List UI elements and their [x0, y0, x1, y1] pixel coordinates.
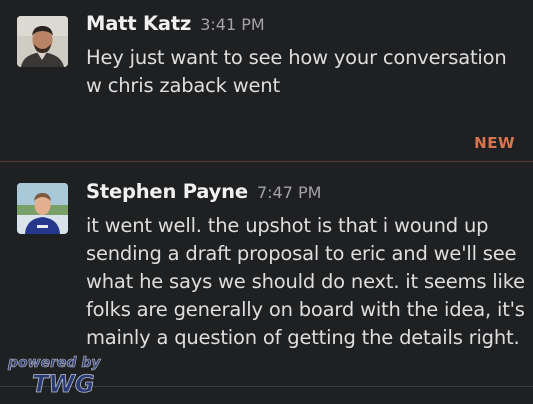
timestamp[interactable]: 3:41 PM — [200, 15, 264, 34]
timestamp[interactable]: 7:47 PM — [257, 183, 321, 202]
avatar-image — [17, 16, 68, 67]
sender-name[interactable]: Stephen Payne — [86, 180, 248, 203]
new-messages-label: NEW — [474, 134, 515, 152]
watermark-line1: powered by — [7, 355, 101, 371]
avatar[interactable] — [17, 16, 68, 67]
watermark-line2: TWG — [32, 370, 95, 398]
message-text: Hey just want to see how your conversati… — [86, 46, 507, 97]
avatar-image — [17, 183, 68, 234]
avatar[interactable] — [17, 183, 68, 234]
new-messages-divider — [0, 161, 533, 162]
sender-name[interactable]: Matt Katz — [86, 12, 191, 35]
watermark-logo: powered by TWG — [4, 350, 114, 400]
message-text: it went well. the upshot is that i wound… — [86, 214, 525, 349]
